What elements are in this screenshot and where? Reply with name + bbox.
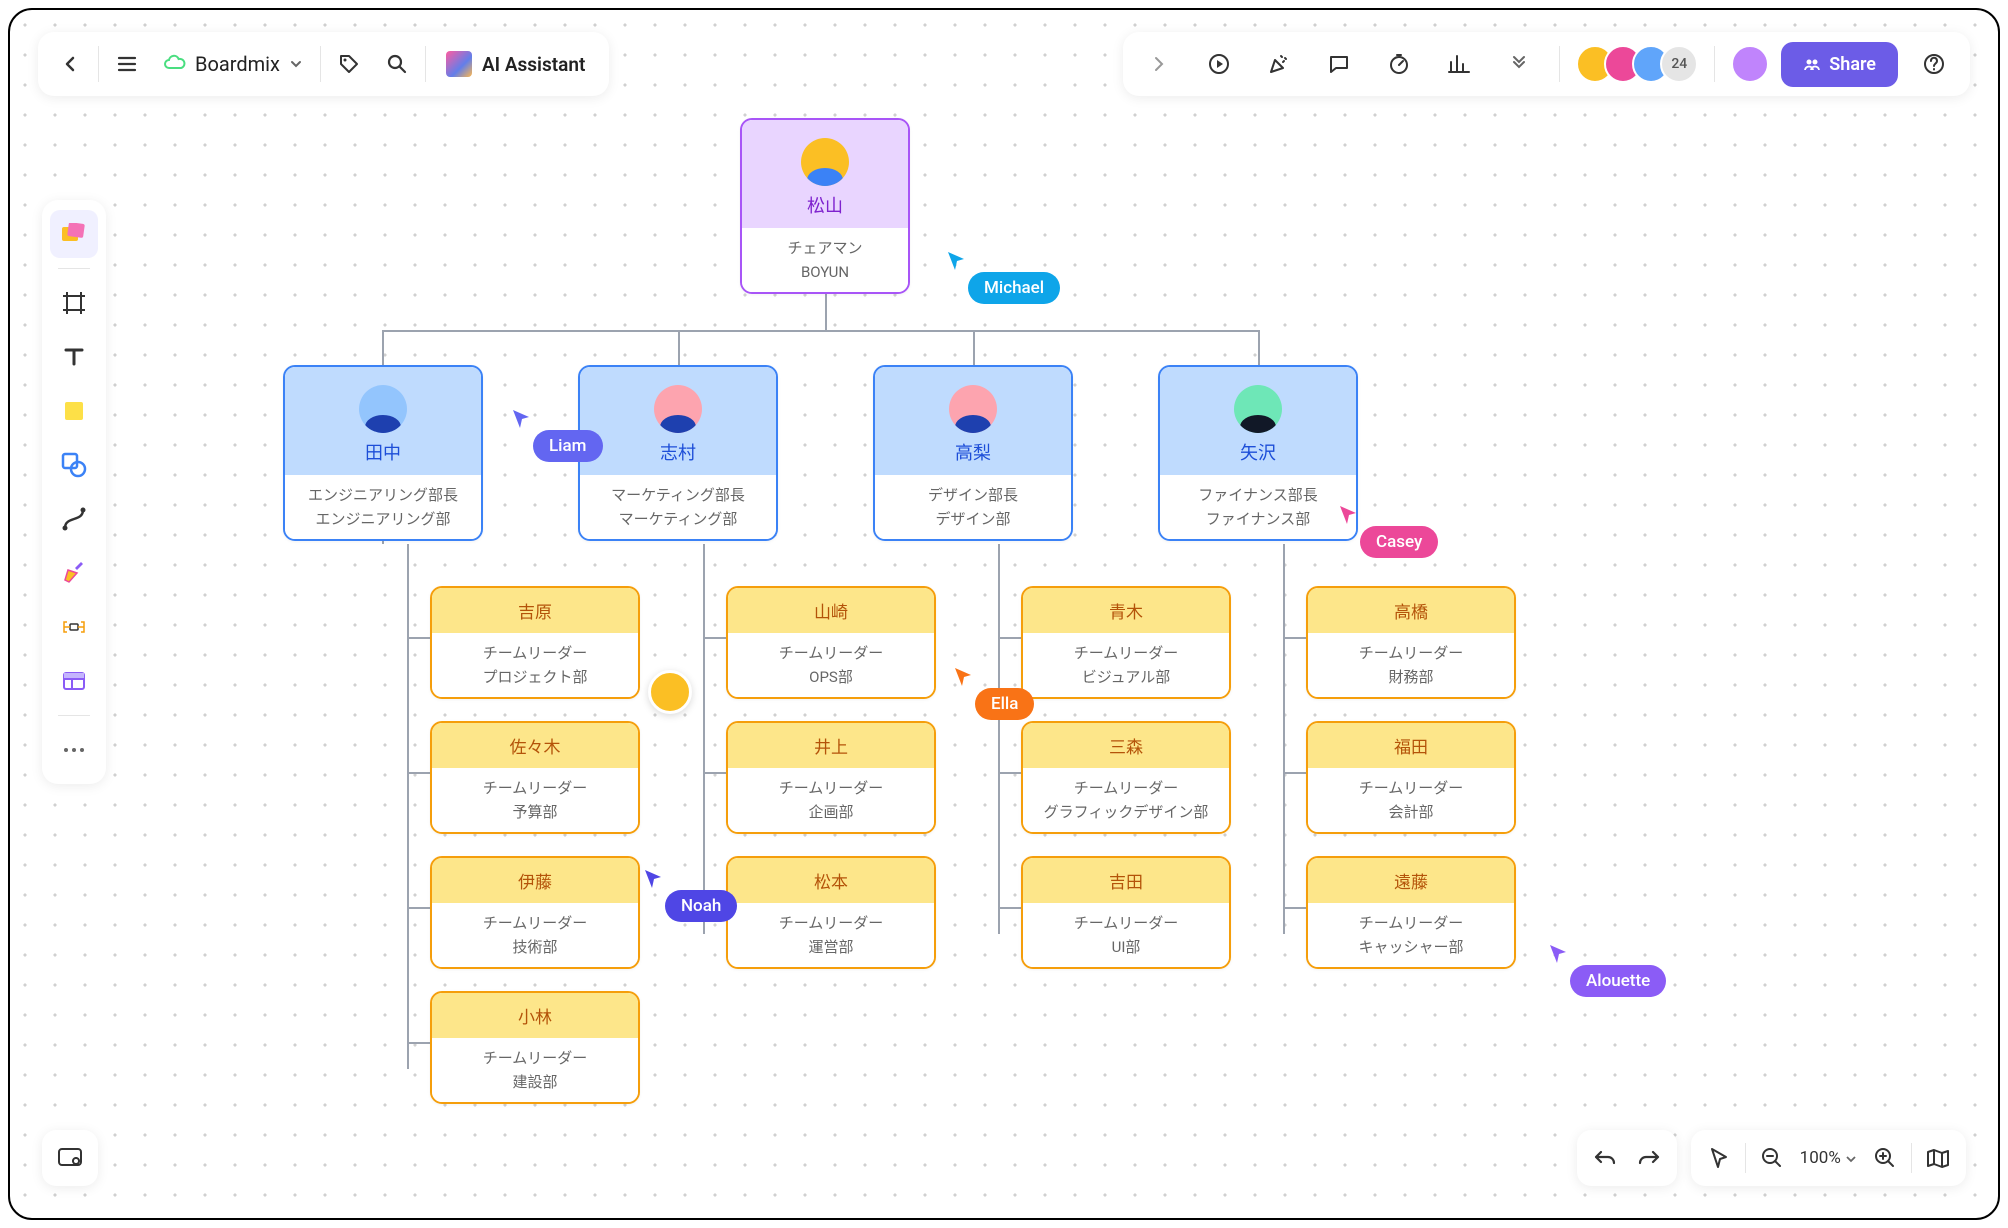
more-tools-button[interactable] xyxy=(1495,40,1543,88)
sticker-tool[interactable] xyxy=(50,210,98,258)
org-node-team[interactable]: 佐々木チームリーダー予算部 xyxy=(430,721,640,834)
more-tools[interactable] xyxy=(50,726,98,774)
menu-button[interactable] xyxy=(103,40,151,88)
ai-assistant-button[interactable]: AI Assistant xyxy=(430,51,601,77)
note-tool[interactable] xyxy=(50,387,98,435)
board-title[interactable]: Boardmix xyxy=(151,52,316,76)
org-node-team[interactable]: 青木チームリーダービジュアル部 xyxy=(1021,586,1231,699)
redo-button[interactable] xyxy=(1627,1136,1671,1180)
org-node-team[interactable]: 松本チームリーダー運営部 xyxy=(726,856,936,969)
org-node-team[interactable]: 吉原チームリーダープロジェクト部 xyxy=(430,586,640,699)
cursor-ella: Ella xyxy=(975,688,1034,720)
chevron-down-icon xyxy=(288,56,304,72)
avatar-overflow[interactable]: 24 xyxy=(1660,45,1698,83)
cursor-noah: Noah xyxy=(665,890,737,922)
table-tool[interactable] xyxy=(50,657,98,705)
zoom-level[interactable]: 100% xyxy=(1794,1148,1863,1168)
topbar-right: 24 Share xyxy=(1123,32,1970,96)
chat-button[interactable] xyxy=(1315,40,1363,88)
chevron-right-button[interactable] xyxy=(1135,40,1183,88)
undo-button[interactable] xyxy=(1583,1136,1627,1180)
mindmap-tool[interactable] xyxy=(50,603,98,651)
locate-button[interactable] xyxy=(42,1130,98,1186)
topbar-left: Boardmix AI Assistant xyxy=(38,32,609,96)
back-button[interactable] xyxy=(46,40,94,88)
timer-button[interactable] xyxy=(1375,40,1423,88)
node-dept: BOYUN xyxy=(742,260,908,284)
text-tool[interactable] xyxy=(50,333,98,381)
zoom-in-button[interactable] xyxy=(1863,1136,1907,1180)
cursor-alouette: Alouette xyxy=(1570,965,1666,997)
cursor-michael: Michael xyxy=(968,272,1060,304)
chart-button[interactable] xyxy=(1435,40,1483,88)
left-toolbar xyxy=(42,200,106,784)
tag-button[interactable] xyxy=(325,40,373,88)
zoom-out-button[interactable] xyxy=(1750,1136,1794,1180)
org-node-team[interactable]: 福田チームリーダー会計部 xyxy=(1306,721,1516,834)
shape-tool[interactable] xyxy=(50,441,98,489)
org-node-dept[interactable]: 田中 エンジニアリング部長エンジニアリング部 xyxy=(283,365,483,541)
ai-logo-icon xyxy=(446,51,472,77)
org-node-root[interactable]: 松山 チェアマン BOYUN xyxy=(740,118,910,294)
share-button[interactable]: Share xyxy=(1781,42,1898,87)
org-node-team[interactable]: 遠藤チームリーダーキャッシャー部 xyxy=(1306,856,1516,969)
cloud-icon xyxy=(163,52,187,76)
collaborator-avatars[interactable]: 24 xyxy=(1576,45,1698,83)
search-button[interactable] xyxy=(373,40,421,88)
cursor-casey: Casey xyxy=(1360,526,1438,558)
org-node-dept[interactable]: 矢沢 ファイナンス部長ファイナンス部 xyxy=(1158,365,1358,541)
connector-tool[interactable] xyxy=(50,495,98,543)
org-node-dept[interactable]: 高梨 デザイン部長デザイン部 xyxy=(873,365,1073,541)
pointer-tool[interactable] xyxy=(1697,1136,1741,1180)
frame-tool[interactable] xyxy=(50,279,98,327)
org-node-team[interactable]: 小林チームリーダー建設部 xyxy=(430,991,640,1104)
org-node-team[interactable]: 山崎チームリーダーOPS部 xyxy=(726,586,936,699)
help-button[interactable] xyxy=(1910,40,1958,88)
current-user-avatar[interactable] xyxy=(1731,45,1769,83)
org-node-team[interactable]: 井上チームリーダー企画部 xyxy=(726,721,936,834)
node-name: 松山 xyxy=(742,192,908,218)
minimap-button[interactable] xyxy=(1916,1136,1960,1180)
board-name-text: Boardmix xyxy=(195,52,280,76)
org-node-team[interactable]: 三森チームリーダーグラフィックデザイン部 xyxy=(1021,721,1231,834)
org-chart-canvas[interactable]: 松山 チェアマン BOYUN 田中 エンジニアリング部長エンジニアリング部 志村… xyxy=(10,10,1998,1218)
org-node-team[interactable]: 伊藤チームリーダー技術部 xyxy=(430,856,640,969)
confetti-button[interactable] xyxy=(1255,40,1303,88)
pen-tool[interactable] xyxy=(50,549,98,597)
node-title: チェアマン xyxy=(742,236,908,260)
org-node-team[interactable]: 高橋チームリーダー財務部 xyxy=(1306,586,1516,699)
share-icon xyxy=(1803,55,1821,73)
play-button[interactable] xyxy=(1195,40,1243,88)
cursor-liam: Liam xyxy=(533,430,603,462)
org-node-team[interactable]: 吉田チームリーダーUI部 xyxy=(1021,856,1231,969)
floating-user-avatar[interactable] xyxy=(648,670,692,714)
org-node-dept[interactable]: 志村 マーケティング部長マーケティング部 xyxy=(578,365,778,541)
